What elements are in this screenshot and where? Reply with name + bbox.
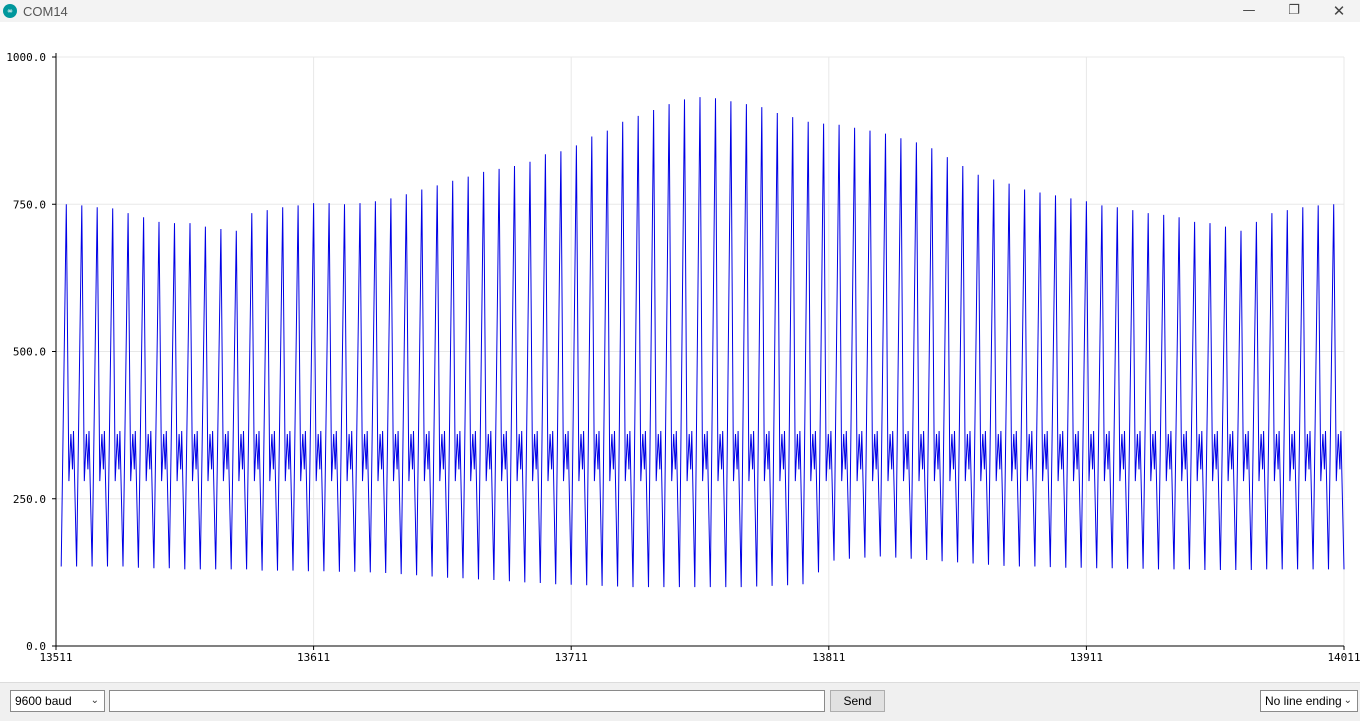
serial-plotter-chart: 0.0 250.0 500.0 750.0 1000.0 13511 13611 13711 1… xyxy=(0,22,1360,682)
line-ending-select[interactable]: No line ending ⌄ xyxy=(1260,690,1358,712)
x-tick-label: 14011 xyxy=(1327,651,1360,664)
title-bar: ∞ COM14 — ❐ ✕ xyxy=(0,0,1360,22)
bottom-toolbar: 9600 baud ⌄ Send No line ending ⌄ xyxy=(0,682,1360,721)
message-input[interactable] xyxy=(109,690,825,712)
arduino-logo-icon: ∞ xyxy=(3,4,17,18)
y-tick-label: 250.0 xyxy=(13,493,46,506)
y-tick-label: 750.0 xyxy=(13,198,46,211)
x-tick-label: 13911 xyxy=(1070,651,1103,664)
chevron-down-icon: ⌄ xyxy=(90,695,99,706)
baud-rate-select[interactable]: 9600 baud ⌄ xyxy=(10,690,105,712)
y-tick-label: 500.0 xyxy=(13,346,46,359)
plot-svg: 0.0250.0500.0750.01000.013511 13611 13711 1… xyxy=(6,51,1360,664)
restore-icon[interactable]: ❐ xyxy=(1271,0,1317,22)
baud-rate-value: 9600 baud xyxy=(15,694,72,708)
line-ending-value: No line ending xyxy=(1265,694,1342,708)
series-line xyxy=(60,97,1345,588)
chevron-down-icon: ⌄ xyxy=(1343,695,1352,706)
x-tick-label: 13711 xyxy=(555,651,588,664)
x-tick-label: 13611 xyxy=(297,651,330,664)
send-button[interactable]: Send xyxy=(830,690,885,712)
x-tick-label: 13511 xyxy=(39,651,72,664)
x-tick-label: 13811 xyxy=(812,651,845,664)
y-tick-label: 1000.0 xyxy=(6,51,46,64)
minimize-icon[interactable]: — xyxy=(1226,0,1272,22)
window-title: COM14 xyxy=(23,4,68,19)
close-icon[interactable]: ✕ xyxy=(1316,0,1360,22)
